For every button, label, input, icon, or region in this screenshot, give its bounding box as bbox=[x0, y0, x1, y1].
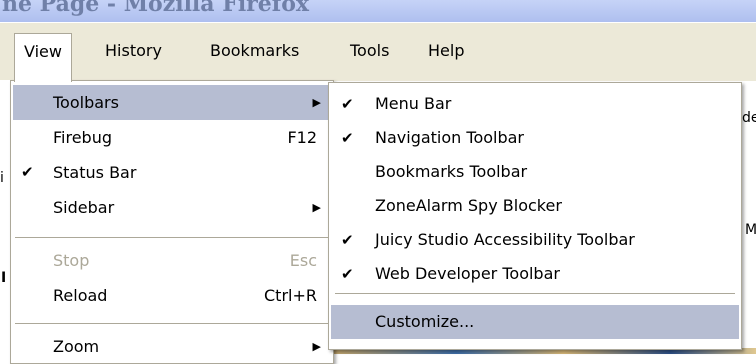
view-menu: Toolbars ▶ Firebug F12 ✔ Status Bar Side… bbox=[10, 80, 334, 364]
menu-tools-label: Tools bbox=[350, 41, 390, 60]
checkmark-icon: ✔ bbox=[341, 231, 354, 249]
menu-separator bbox=[335, 293, 735, 295]
toolbar-customize-item[interactable]: Customize... bbox=[331, 305, 739, 339]
checkmark-icon: ✔ bbox=[21, 163, 34, 181]
toolbar-toggle-label: ZoneAlarm Spy Blocker bbox=[375, 196, 562, 215]
menu-history[interactable]: History bbox=[95, 33, 172, 69]
view-menu-item-label: Firebug bbox=[53, 128, 113, 147]
view-menu-item-stop[interactable]: Stop Esc bbox=[13, 243, 331, 278]
view-menu-item-status-bar[interactable]: ✔ Status Bar bbox=[13, 155, 331, 190]
toolbar-toggle-zonealarm[interactable]: ZoneAlarm Spy Blocker bbox=[331, 189, 739, 223]
menu-view[interactable]: View bbox=[14, 33, 72, 82]
submenu-arrow-icon: ▶ bbox=[312, 201, 321, 214]
toolbar-toggle-label: Juicy Studio Accessibility Toolbar bbox=[375, 230, 635, 249]
menu-bookmarks-label: Bookmarks bbox=[210, 41, 300, 60]
toolbar-toggle-label: Menu Bar bbox=[375, 94, 452, 113]
view-menu-item-shortcut: F12 bbox=[287, 128, 317, 147]
toolbar-toggle-menu-bar[interactable]: ✔ Menu Bar bbox=[331, 87, 739, 121]
view-menu-item-label: Sidebar bbox=[53, 198, 115, 217]
toolbar-customize-label: Customize... bbox=[375, 312, 475, 331]
page-fragment-left-a: i bbox=[0, 170, 4, 186]
toolbar-toggle-web-developer[interactable]: ✔ Web Developer Toolbar bbox=[331, 257, 739, 291]
menu-help-label: Help bbox=[428, 41, 465, 60]
view-menu-item-label: Toolbars bbox=[53, 93, 119, 112]
menu-bookmarks[interactable]: Bookmarks bbox=[200, 33, 309, 69]
toolbar-toggle-bookmarks[interactable]: Bookmarks Toolbar bbox=[331, 155, 739, 189]
toolbars-submenu: ✔ Menu Bar ✔ Navigation Toolbar Bookmark… bbox=[328, 82, 742, 350]
page-fragment-right-mid: M bbox=[745, 222, 756, 238]
view-menu-item-sidebar[interactable]: Sidebar ▶ bbox=[13, 190, 331, 225]
view-menu-item-shortcut: Ctrl+R bbox=[264, 286, 317, 305]
view-menu-item-label: Status Bar bbox=[53, 163, 137, 182]
view-menu-item-toolbars[interactable]: Toolbars ▶ bbox=[13, 85, 331, 120]
submenu-arrow-icon: ▶ bbox=[312, 96, 321, 109]
page-fragment-left-b: I bbox=[1, 270, 7, 286]
menu-separator bbox=[15, 323, 329, 325]
page-fragment-right-top: de bbox=[742, 110, 756, 126]
menu-history-label: History bbox=[105, 41, 162, 60]
checkmark-icon: ✔ bbox=[341, 265, 354, 283]
submenu-arrow-icon: ▶ bbox=[312, 340, 321, 353]
checkmark-icon: ✔ bbox=[341, 129, 354, 147]
toolbar-toggle-label: Bookmarks Toolbar bbox=[375, 162, 528, 181]
view-menu-item-zoom[interactable]: Zoom ▶ bbox=[13, 329, 331, 364]
toolbar-toggle-navigation[interactable]: ✔ Navigation Toolbar bbox=[331, 121, 739, 155]
menu-bar: View History Bookmarks Tools Help bbox=[0, 22, 756, 82]
window-titlebar: ne Page - Mozilla Firefox bbox=[0, 0, 756, 22]
view-menu-item-label: Stop bbox=[53, 251, 90, 270]
window-title: ne Page - Mozilla Firefox bbox=[2, 0, 310, 17]
menu-view-label: View bbox=[24, 42, 62, 61]
view-menu-item-label: Reload bbox=[53, 286, 108, 305]
view-menu-item-firebug[interactable]: Firebug F12 bbox=[13, 120, 331, 155]
toolbar-toggle-label: Web Developer Toolbar bbox=[375, 264, 560, 283]
checkmark-icon: ✔ bbox=[341, 95, 354, 113]
view-menu-item-reload[interactable]: Reload Ctrl+R bbox=[13, 278, 331, 313]
view-menu-item-label: Zoom bbox=[53, 337, 100, 356]
menu-help[interactable]: Help bbox=[418, 33, 474, 69]
toolbar-toggle-label: Navigation Toolbar bbox=[375, 128, 524, 147]
menu-separator bbox=[15, 237, 329, 239]
toolbar-toggle-juicy-studio[interactable]: ✔ Juicy Studio Accessibility Toolbar bbox=[331, 223, 739, 257]
menu-tools[interactable]: Tools bbox=[340, 33, 399, 69]
view-menu-item-shortcut: Esc bbox=[289, 251, 317, 270]
